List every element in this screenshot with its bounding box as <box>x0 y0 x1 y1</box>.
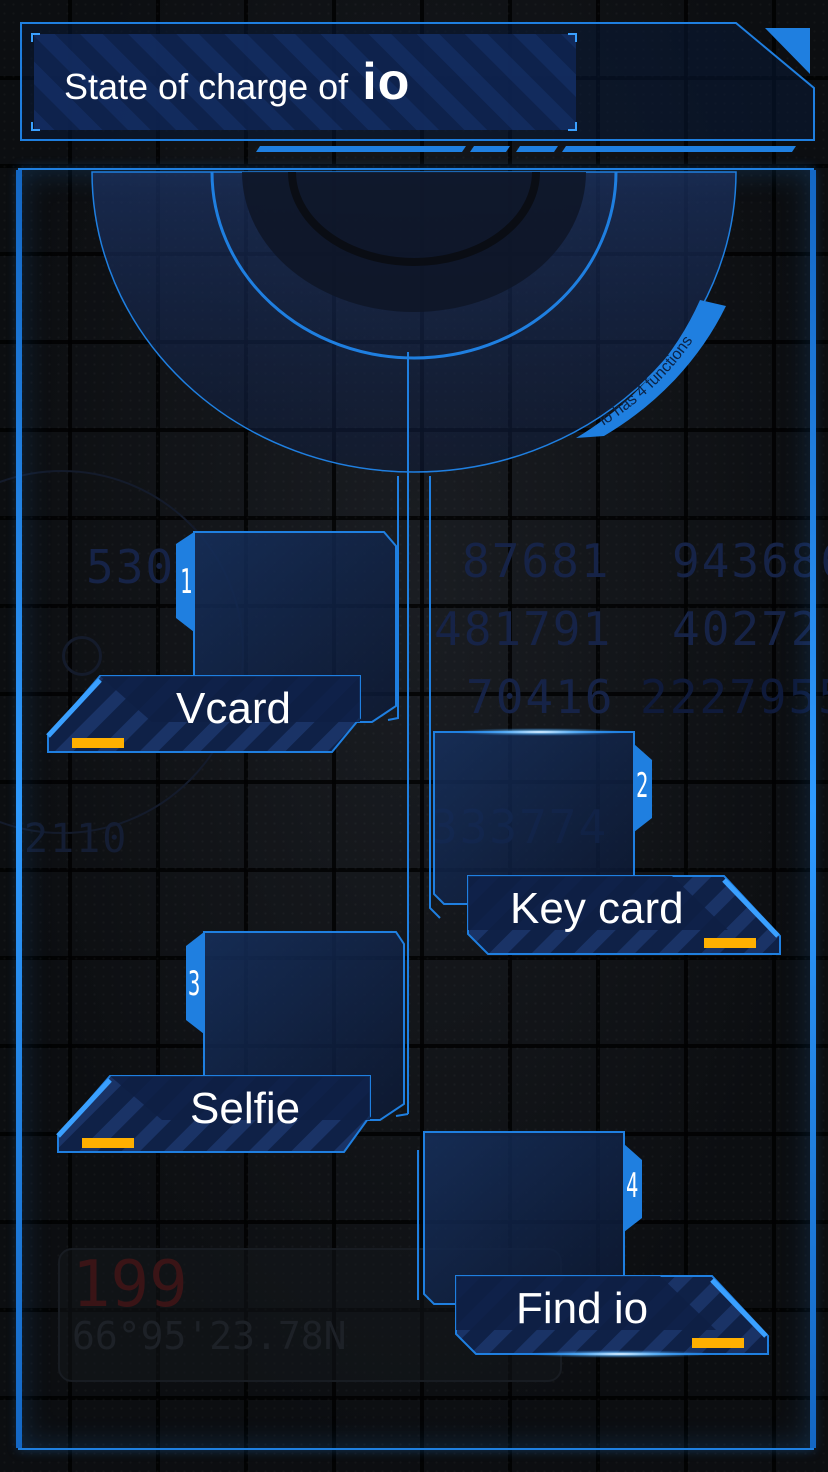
function-card-vcard[interactable]: 1 Vcard <box>46 530 398 754</box>
function-number: 3 <box>188 964 201 1004</box>
function-number: 2 <box>636 766 649 806</box>
function-card-findio[interactable]: 4 Find io <box>420 1130 772 1356</box>
function-label: Key card <box>510 884 684 933</box>
app-screen: 530 87681 943686 481791 40272 70416 2227… <box>0 0 828 1472</box>
function-card-selfie[interactable]: 3 Selfie <box>56 930 406 1154</box>
function-card-keycard[interactable]: 2 Key card <box>430 730 782 956</box>
charge-gauge <box>91 171 737 473</box>
function-number: 1 <box>180 562 193 602</box>
function-label: Selfie <box>190 1084 301 1133</box>
function-label: Find io <box>516 1284 649 1333</box>
function-label: Vcard <box>176 684 291 733</box>
function-number: 4 <box>626 1166 639 1206</box>
